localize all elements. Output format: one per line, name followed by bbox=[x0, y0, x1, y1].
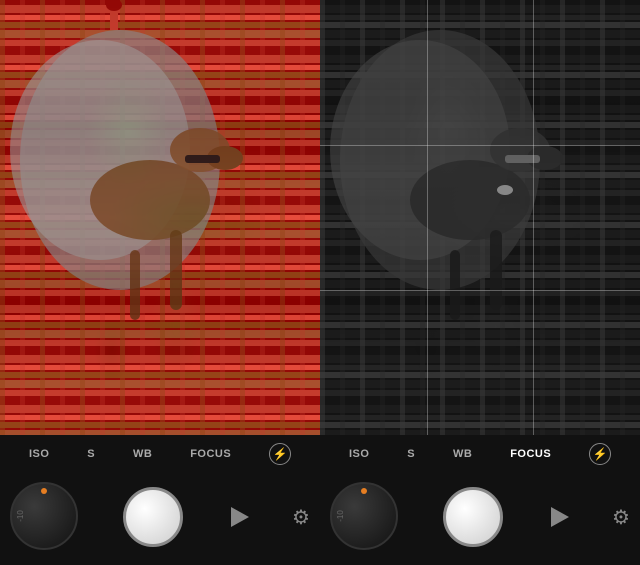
bw-s-label: S bbox=[407, 448, 415, 460]
bw-dial-dot bbox=[361, 488, 367, 494]
color-controls-bar: ISO S WB FOCUS ⚡ -10 ⚙ bbox=[0, 435, 320, 565]
color-play-button[interactable] bbox=[231, 507, 249, 527]
bw-dial[interactable]: -10 bbox=[330, 482, 400, 552]
color-dial[interactable]: -10 bbox=[10, 482, 80, 552]
color-camera-panel: ISO S WB FOCUS ⚡ -10 ⚙ bbox=[0, 0, 320, 565]
color-dial-dot bbox=[41, 488, 47, 494]
color-dial-label: -10 bbox=[16, 510, 25, 522]
color-wb-label: WB bbox=[133, 448, 152, 460]
color-viewfinder bbox=[0, 0, 320, 435]
bw-wb-label: WB bbox=[453, 448, 472, 460]
color-iso-label: ISO bbox=[29, 448, 49, 460]
bw-gear-button[interactable]: ⚙ bbox=[612, 505, 630, 530]
bw-iso-label: ISO bbox=[349, 448, 369, 460]
color-top-controls: ISO S WB FOCUS ⚡ bbox=[0, 435, 320, 469]
color-shutter-button[interactable] bbox=[123, 487, 183, 547]
bw-top-controls: ISO S WB FOcUS ⚡ bbox=[320, 435, 640, 469]
bw-viewfinder bbox=[320, 0, 640, 435]
bw-dial-label: -10 bbox=[336, 510, 345, 522]
bw-bottom-controls: -10 ⚙ bbox=[320, 469, 640, 565]
bw-controls-bar: ISO S WB FOcUS ⚡ -10 ⚙ bbox=[320, 435, 640, 565]
color-focus-label[interactable]: FOCUS bbox=[190, 448, 231, 460]
bw-play-button[interactable] bbox=[551, 507, 569, 527]
color-flash-button[interactable]: ⚡ bbox=[269, 443, 291, 465]
bw-flash-button[interactable]: ⚡ bbox=[589, 443, 611, 465]
color-bottom-controls: -10 ⚙ bbox=[0, 469, 320, 565]
bw-focus-label[interactable]: FOcUS bbox=[510, 448, 551, 460]
color-gear-button[interactable]: ⚙ bbox=[292, 505, 310, 530]
bw-camera-panel: ISO S WB FOcUS ⚡ -10 ⚙ bbox=[320, 0, 640, 565]
color-s-label: S bbox=[87, 448, 95, 460]
bw-shutter-button[interactable] bbox=[443, 487, 503, 547]
